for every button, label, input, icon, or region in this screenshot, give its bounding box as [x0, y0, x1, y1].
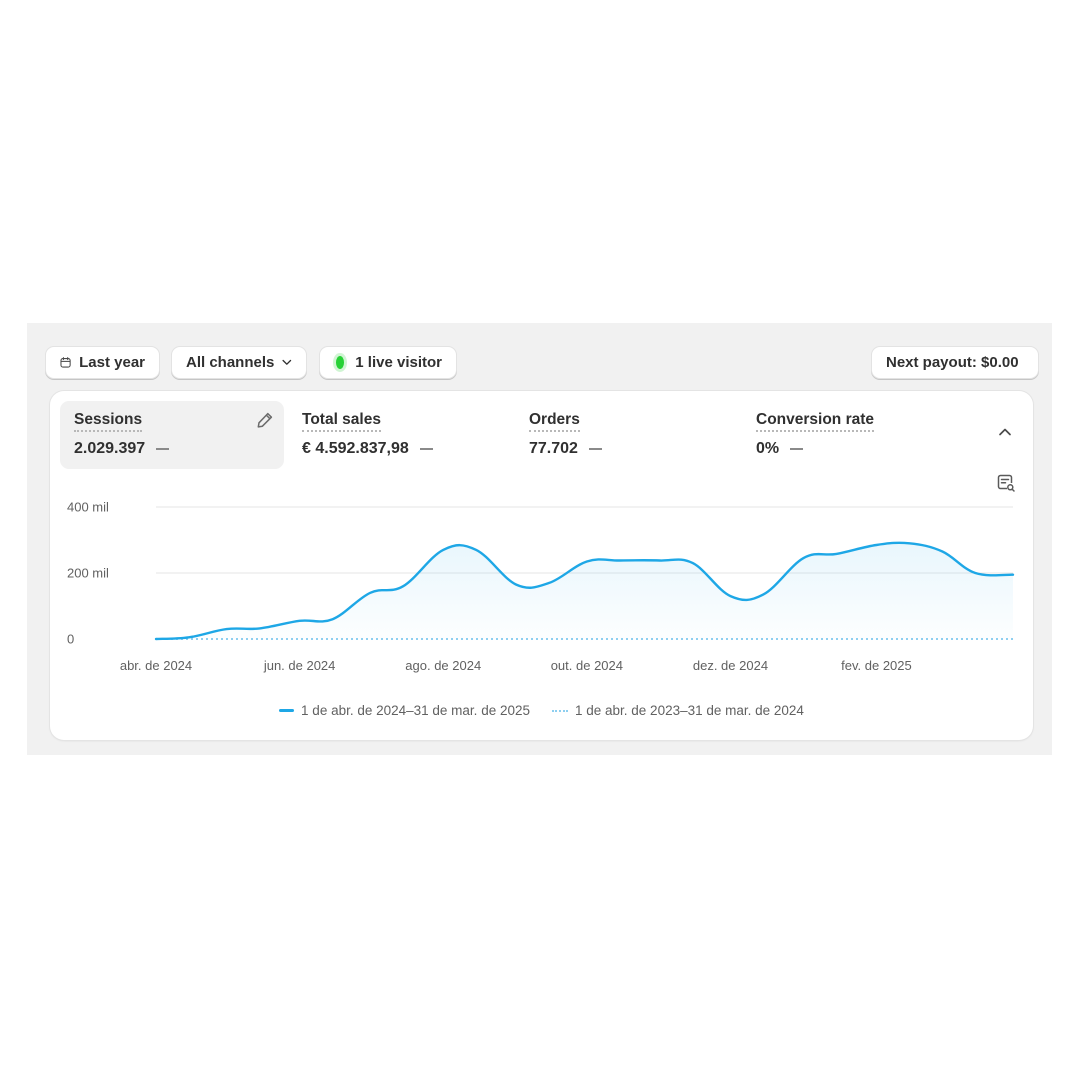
metric-conversion-rate[interactable]: Conversion rate 0% — [742, 401, 966, 469]
legend-label: 1 de abr. de 2024–31 de mar. de 2025 — [301, 703, 530, 718]
legend-swatch-dotted — [552, 709, 568, 712]
live-visitors-label: 1 live visitor — [355, 354, 442, 371]
sessions-chart: 400 mil 200 mil 0 abr. de 2024 jun. de 2024 a… — [67, 500, 1015, 673]
date-range-label: Last year — [79, 354, 145, 371]
metric-label: Orders — [529, 411, 580, 432]
metric-value: € 4.592.837,98 — [302, 440, 409, 457]
chevron-down-icon — [282, 359, 292, 365]
y-tick-label: 200 mil — [67, 566, 109, 581]
metrics-card: Sessions 2.029.397 Total sales € 4.592.8… — [50, 391, 1033, 740]
chart-legend: 1 de abr. de 2024–31 de mar. de 2025 1 d… — [50, 703, 1033, 718]
date-range-button[interactable]: Last year — [45, 346, 160, 379]
x-tick-label: jun. de 2024 — [263, 658, 336, 673]
metric-total-sales[interactable]: Total sales € 4.592.837,98 — [288, 401, 512, 469]
no-change-dash — [588, 448, 602, 450]
metric-value: 0% — [756, 440, 780, 457]
x-tick-label: out. de 2024 — [551, 658, 623, 673]
no-change-dash — [156, 448, 170, 450]
metric-label: Total sales — [302, 411, 381, 432]
metric-sessions[interactable]: Sessions 2.029.397 — [60, 401, 284, 469]
channels-dropdown[interactable]: All channels — [171, 346, 307, 379]
legend-label: 1 de abr. de 2023–31 de mar. de 2024 — [575, 703, 804, 718]
metric-label: Sessions — [74, 411, 143, 432]
legend-item-current[interactable]: 1 de abr. de 2024–31 de mar. de 2025 — [279, 703, 530, 718]
y-tick-label: 0 — [67, 632, 74, 647]
next-payout-button[interactable]: Next payout: $0.00 — [871, 346, 1039, 379]
metric-value-row: € 4.592.837,98 — [302, 440, 498, 458]
channels-label: All channels — [186, 354, 275, 371]
metric-orders[interactable]: Orders 77.702 — [515, 401, 739, 469]
metric-value-row: 2.029.397 — [74, 440, 270, 458]
no-change-dash — [419, 448, 433, 450]
x-tick-label: abr. de 2024 — [120, 658, 192, 673]
next-payout-label: Next payout: $0.00 — [886, 354, 1019, 371]
no-change-dash — [790, 448, 804, 450]
y-tick-label: 400 mil — [67, 500, 109, 515]
legend-item-previous[interactable]: 1 de abr. de 2023–31 de mar. de 2024 — [552, 703, 804, 718]
chevron-up-icon[interactable] — [998, 427, 1012, 437]
metric-value: 2.029.397 — [74, 440, 146, 457]
x-tick-label: ago. de 2024 — [405, 658, 481, 673]
calendar-icon — [60, 357, 71, 368]
metric-value-row: 0% — [756, 440, 952, 458]
metric-value: 77.702 — [529, 440, 578, 457]
live-visitors-button[interactable]: 1 live visitor — [319, 346, 457, 379]
toolbar: Last year All channels 1 live visitor Ne… — [45, 346, 1039, 380]
x-tick-label: fev. de 2025 — [841, 658, 912, 673]
x-tick-label: dez. de 2024 — [693, 658, 768, 673]
metric-label: Conversion rate — [756, 411, 875, 432]
pencil-icon[interactable] — [256, 411, 274, 429]
legend-swatch-solid — [279, 709, 295, 712]
dashboard-panel: Last year All channels 1 live visitor Ne… — [27, 323, 1052, 755]
live-indicator-dot — [336, 356, 345, 369]
metric-value-row: 77.702 — [529, 440, 725, 458]
